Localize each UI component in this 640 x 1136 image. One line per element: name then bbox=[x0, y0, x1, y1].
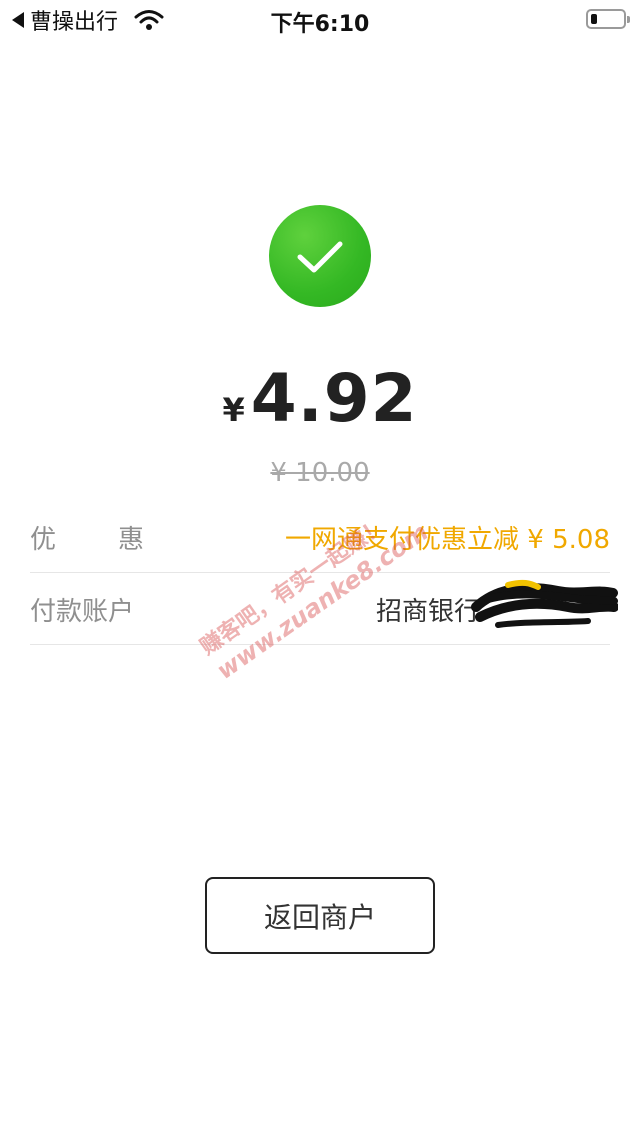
battery-icon bbox=[586, 9, 630, 29]
original-price: ¥ 10.00 bbox=[270, 458, 370, 488]
status-bar: 曹操出行 下午6:10 bbox=[0, 0, 640, 40]
success-check-icon bbox=[269, 205, 371, 307]
discount-label: 优惠 bbox=[30, 525, 207, 555]
bank-name: 招商银行 bbox=[375, 597, 480, 627]
return-to-merchant-button[interactable]: 返回商户 bbox=[205, 877, 435, 954]
amount-currency: ¥ bbox=[222, 391, 245, 429]
payment-account-value: 招商银行 bbox=[375, 579, 618, 628]
payment-account-label: 付款账户 bbox=[30, 597, 135, 627]
amount-value: 4.92 bbox=[250, 360, 418, 437]
status-time: 下午6:10 bbox=[270, 12, 370, 37]
battery-level bbox=[591, 14, 597, 24]
redaction-scribble bbox=[471, 579, 618, 628]
paid-amount: ¥ 4.92 bbox=[0, 360, 640, 440]
